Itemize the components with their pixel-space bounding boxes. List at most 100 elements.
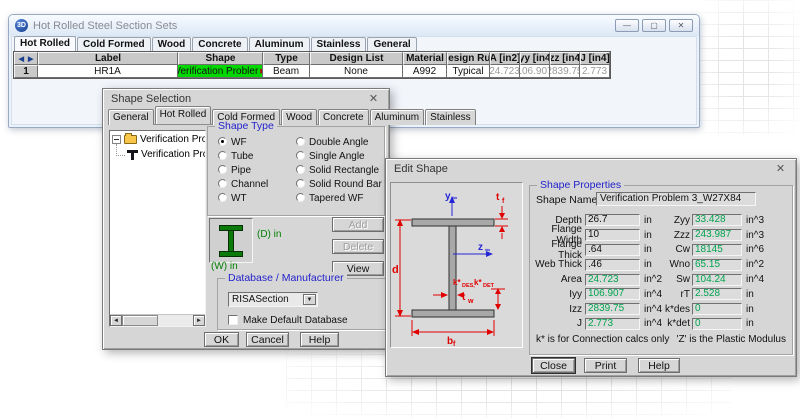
radio-dot <box>218 151 227 160</box>
checkbox[interactable] <box>228 315 238 325</box>
delete-button[interactable]: Delete <box>332 239 384 254</box>
zzz-field[interactable]: 243.987 <box>692 229 742 241</box>
sw-field[interactable]: 104.24 <box>692 274 742 286</box>
radio-wf[interactable]: WF <box>218 137 247 148</box>
help-button[interactable]: Help <box>638 358 680 373</box>
kdet-sub: DET <box>483 283 495 289</box>
background-grid <box>693 0 800 135</box>
tab-wood[interactable]: Wood <box>281 109 317 125</box>
help-button[interactable]: Help <box>300 332 339 347</box>
tab-stainless[interactable]: Stainless <box>311 37 367 51</box>
col-header-label: Label <box>38 52 178 65</box>
rt-field[interactable]: 2.528 <box>692 288 742 300</box>
col-header-material: Material <box>403 52 447 65</box>
radio-wt[interactable]: WT <box>218 193 247 204</box>
radio-dot <box>296 165 305 174</box>
tab-wood[interactable]: Wood <box>152 37 192 51</box>
tree-collapse-icon[interactable] <box>112 135 121 144</box>
y-axis-label: y <box>445 191 451 202</box>
i-beam-diagram: y ∞ z ∞ d t f <box>391 183 522 347</box>
close-icon[interactable]: ✕ <box>773 162 788 175</box>
database-combo-value: RISASection <box>232 294 289 305</box>
minimize-button[interactable]: — <box>615 19 639 32</box>
y-axis-sub: ∞ <box>452 195 457 202</box>
kdet-field[interactable]: 0 <box>692 318 742 330</box>
maximize-button[interactable]: ▢ <box>642 19 666 32</box>
tab-concrete[interactable]: Concrete <box>192 37 247 51</box>
nav-left-icon[interactable]: ◀ <box>17 55 26 63</box>
tab-stainless[interactable]: Stainless <box>425 109 476 125</box>
flange-thick-field[interactable]: .64 <box>585 244 640 256</box>
print-button[interactable]: Print <box>584 358 627 373</box>
tab-cold-formed[interactable]: Cold Formed <box>77 37 151 51</box>
scroll-right-icon[interactable]: ► <box>193 315 205 326</box>
cancel-button[interactable]: Cancel <box>246 332 289 347</box>
table-row: 1 HR1A Verification Probler ▶ Beam None … <box>14 65 610 78</box>
close-button[interactable]: Close <box>532 358 575 373</box>
tree-item-child[interactable]: Verification Prc <box>110 148 205 161</box>
cell-design-rule[interactable]: Typical <box>447 65 490 78</box>
radio-tube[interactable]: Tube <box>218 151 253 162</box>
radio-pipe[interactable]: Pipe <box>218 165 251 176</box>
cell-material[interactable]: A992 <box>403 65 447 78</box>
prop-row: Izz2839.75in^4 k*des0in <box>530 302 788 317</box>
screen: 3D Hot Rolled Steel Section Sets — ▢ ✕ H… <box>0 0 800 418</box>
row-number[interactable]: 1 <box>14 65 38 78</box>
area-field[interactable]: 24.723 <box>585 274 640 286</box>
ok-button[interactable]: OK <box>204 332 239 347</box>
tab-general[interactable]: General <box>367 37 416 51</box>
radio-dot <box>218 179 227 188</box>
dialog-titlebar[interactable]: Edit Shape ✕ <box>386 159 796 178</box>
section-set-tabs: Hot Rolled Cold Formed Wood Concrete Alu… <box>14 37 418 51</box>
scrollbar-thumb[interactable] <box>122 315 158 326</box>
cell-shape[interactable]: Verification Probler ▶ <box>178 65 263 78</box>
izz-field[interactable]: 2839.75 <box>585 303 640 315</box>
tab-general[interactable]: General <box>108 109 154 125</box>
cell-design-list[interactable]: None <box>310 65 403 78</box>
shape-name-field[interactable]: Verification Problem 3_W27X84 <box>596 192 756 206</box>
tab-concrete[interactable]: Concrete <box>318 109 369 125</box>
j-field[interactable]: 2.773 <box>585 318 640 330</box>
close-icon[interactable]: ✕ <box>366 92 381 105</box>
add-button[interactable]: Add <box>332 217 384 232</box>
radio-channel[interactable]: Channel <box>218 179 268 190</box>
close-button[interactable]: ✕ <box>669 19 693 32</box>
tab-aluminum[interactable]: Aluminum <box>249 37 310 51</box>
prop-label: Flange Thick <box>530 239 582 261</box>
iyy-field[interactable]: 106.907 <box>585 288 640 300</box>
depth-field[interactable]: 26.7 <box>585 214 640 226</box>
table-header-row: ◀ ▶ Label Shape Type Design List Materia… <box>14 52 610 65</box>
tab-aluminum[interactable]: Aluminum <box>370 109 424 125</box>
radio-double-angle[interactable]: Double Angle <box>296 137 369 148</box>
database-combo[interactable]: RISASection ▼ <box>228 292 318 307</box>
tab-hot-rolled[interactable]: Hot Rolled <box>14 36 76 51</box>
radio-solid-rectangle[interactable]: Solid Rectangle <box>296 165 379 176</box>
prop-row: J2.773in^4 k*det0in <box>530 317 788 332</box>
col-header-design-rule: Design Ru.. <box>447 52 490 65</box>
prop-unit: in^4 <box>644 318 664 329</box>
wno-field[interactable]: 65.15 <box>692 259 742 271</box>
kdes-field[interactable]: 0 <box>692 303 742 315</box>
section-sets-table: ◀ ▶ Label Shape Type Design List Materia… <box>13 51 611 79</box>
radio-solid-round-bar[interactable]: Solid Round Bar <box>296 179 382 190</box>
beam-section-icon <box>127 150 138 160</box>
cell-type[interactable]: Beam <box>263 65 310 78</box>
zyy-field[interactable]: 33.428 <box>692 214 742 226</box>
web-thick-field[interactable]: .46 <box>585 259 640 271</box>
tree-horizontal-scrollbar[interactable]: ◄ ► <box>110 314 205 326</box>
radio-tapered-wf[interactable]: Tapered WF <box>296 193 363 204</box>
prop-label: Wno <box>664 259 690 270</box>
flange-width-field[interactable]: 10 <box>585 229 640 241</box>
tab-hot-rolled[interactable]: Hot Rolled <box>155 106 212 124</box>
dialog-titlebar[interactable]: Shape Selection ✕ <box>103 89 389 108</box>
scroll-left-icon[interactable]: ◄ <box>110 315 122 326</box>
nav-right-icon[interactable]: ▶ <box>26 55 35 63</box>
cw-field[interactable]: 18145 <box>692 244 742 256</box>
combo-dropdown-icon[interactable]: ▼ <box>303 294 316 305</box>
titlebar[interactable]: 3D Hot Rolled Steel Section Sets — ▢ ✕ <box>9 15 699 36</box>
shape-type-group: Shape Type WF Tube Pipe Channel WT Doubl… <box>207 126 385 216</box>
make-default-checkbox-row[interactable]: Make Default Database <box>228 315 348 326</box>
shape-database-tree[interactable]: Verification Probler Verification Prc ◄ … <box>109 130 206 327</box>
cell-label[interactable]: HR1A <box>38 65 178 78</box>
radio-single-angle[interactable]: Single Angle <box>296 151 365 162</box>
